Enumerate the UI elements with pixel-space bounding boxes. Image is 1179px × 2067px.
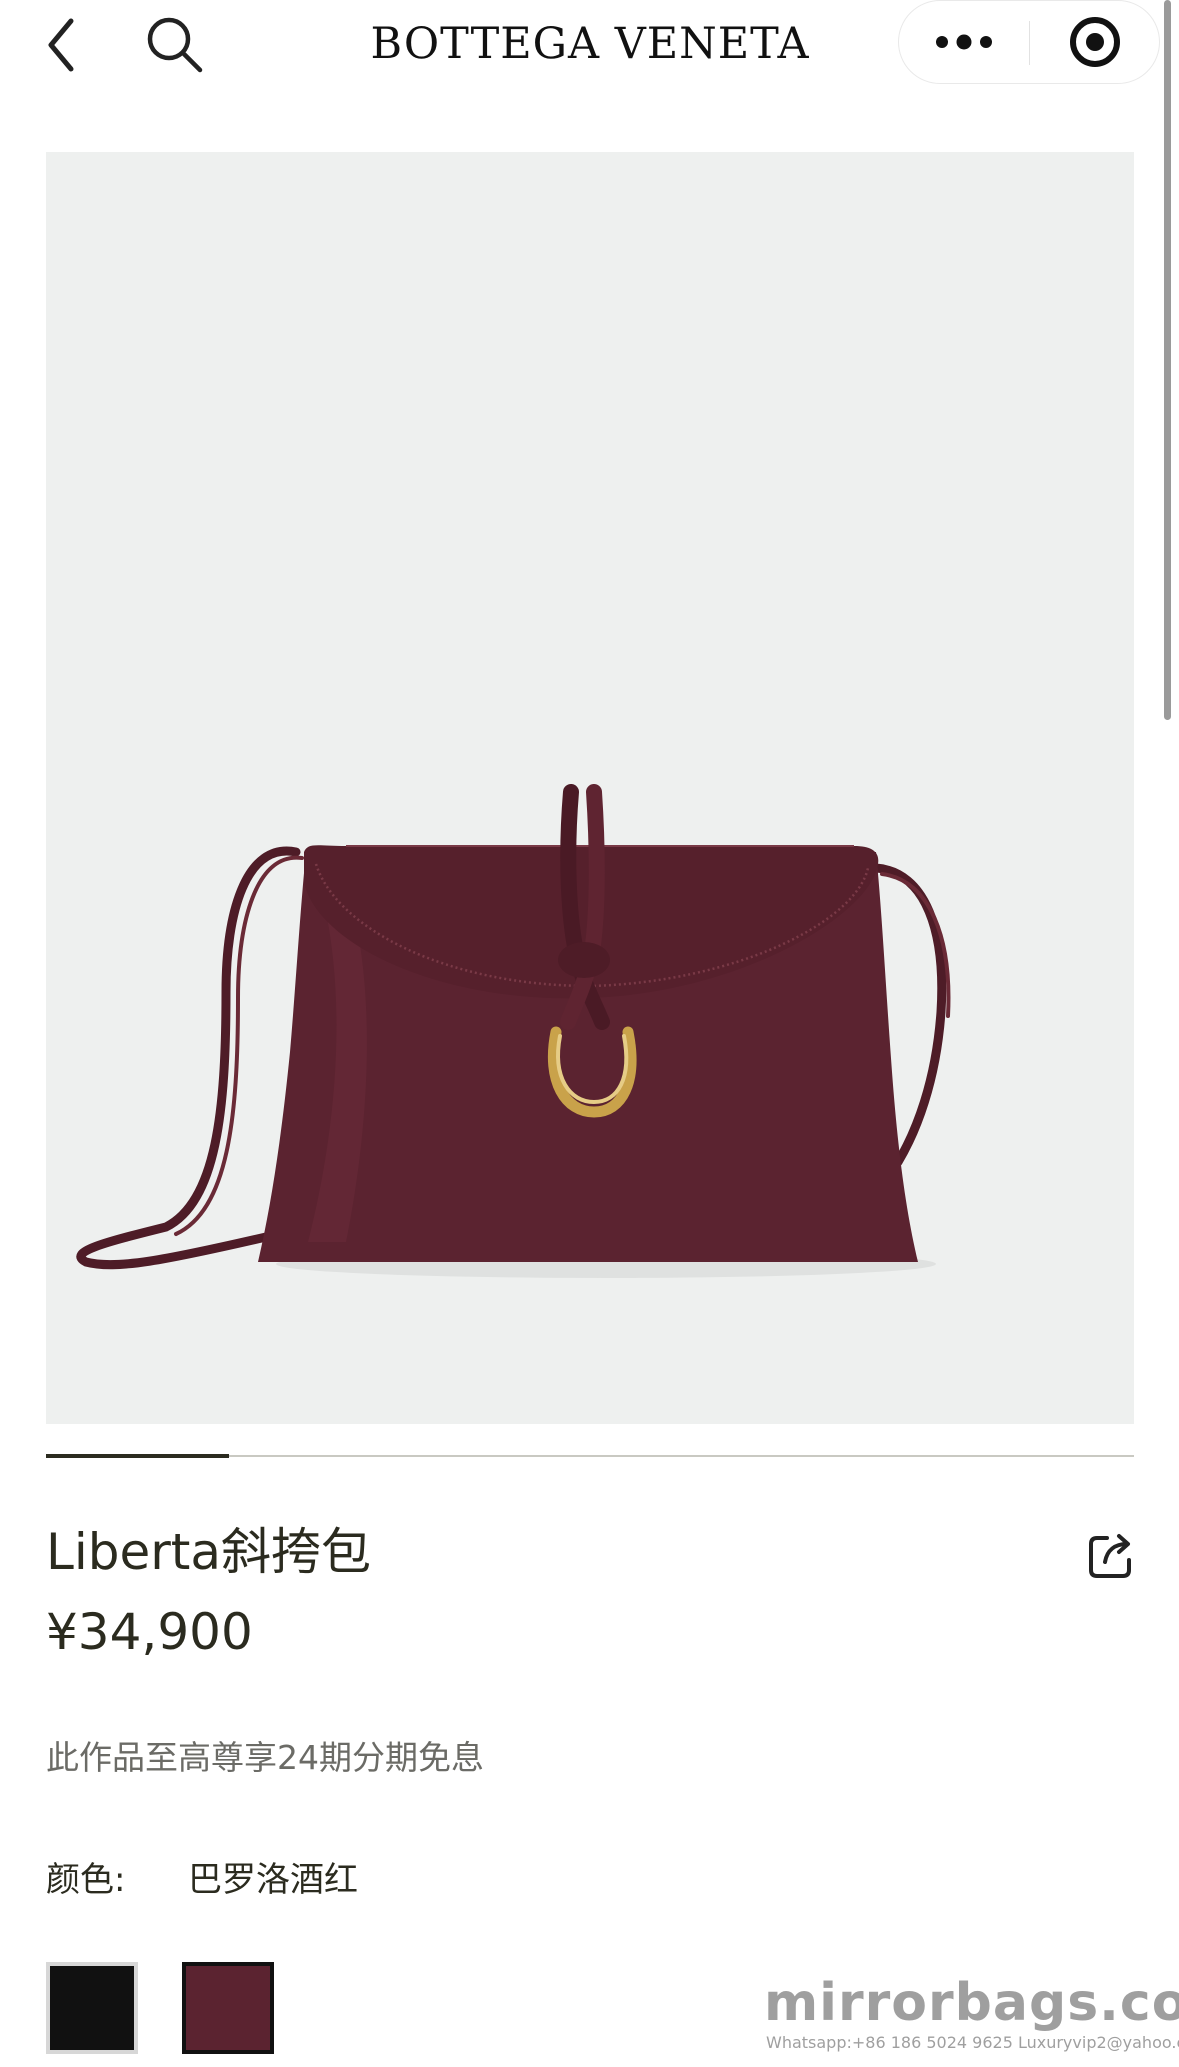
installment-note: 此作品至高尊享24期分期免息 xyxy=(46,1738,484,1777)
product-image[interactable] xyxy=(46,152,1134,1424)
close-mini-program-button[interactable] xyxy=(1030,1,1160,83)
color-swatch-burgundy[interactable] xyxy=(182,1962,274,2054)
brand-logo[interactable]: BOTTEGA VENETA xyxy=(340,14,840,74)
watermark: mirrorbags.com Whatsapp:+86 186 5024 962… xyxy=(760,1975,1179,2055)
page-scrollbar[interactable] xyxy=(1164,0,1171,720)
search-button[interactable] xyxy=(140,10,210,80)
top-nav-bar: BOTTEGA VENETA xyxy=(0,0,1179,100)
selected-color-name: 巴罗洛酒红 xyxy=(188,1860,358,1900)
target-close-icon xyxy=(1070,17,1120,67)
back-button[interactable] xyxy=(36,10,86,80)
mini-program-capsule xyxy=(898,0,1160,84)
watermark-domain: mirrorbags.com xyxy=(764,1973,1179,2033)
search-icon xyxy=(147,17,203,73)
color-label: 颜色: xyxy=(46,1860,126,1900)
product-title: Liberta斜挎包 xyxy=(46,1523,372,1581)
more-dots-icon xyxy=(936,34,992,50)
color-swatch-black[interactable] xyxy=(46,1962,138,2054)
share-icon xyxy=(1089,1534,1131,1578)
more-options-button[interactable] xyxy=(899,1,1029,83)
bag-illustration xyxy=(76,784,951,1278)
carousel-progress-fill xyxy=(46,1454,229,1458)
share-button[interactable] xyxy=(1080,1525,1140,1585)
chevron-left-icon xyxy=(48,18,74,72)
product-price: ¥34,900 xyxy=(46,1603,253,1661)
product-page: BOTTEGA VENETA Liberta斜挎包 ¥34,900 此作品至高尊… xyxy=(0,0,1179,2067)
carousel-progress-bar xyxy=(46,1454,1134,1458)
watermark-contact: Whatsapp:+86 186 5024 9625 Luxuryvip2@ya… xyxy=(766,2033,1179,2052)
